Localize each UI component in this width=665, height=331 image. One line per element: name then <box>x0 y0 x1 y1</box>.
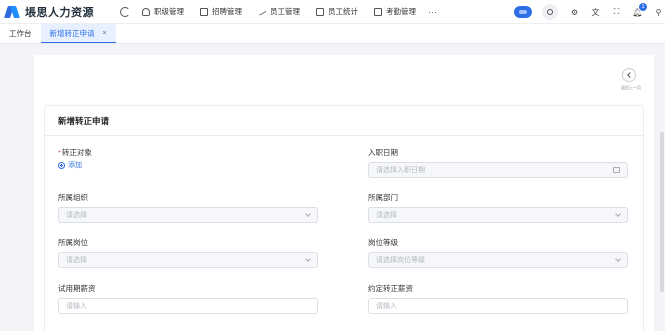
app-logo[interactable]: 㙊思人力资源 <box>0 4 110 20</box>
close-icon[interactable]: × <box>103 30 107 37</box>
key-icon[interactable]: ⚲ <box>654 8 663 17</box>
notification-bell-icon[interactable]: 🔔︎ 1 <box>632 2 647 17</box>
required-mark: * <box>58 148 61 157</box>
page-tabs: 工作台 新增转正申请 × <box>0 24 665 44</box>
logo-icon <box>4 5 20 19</box>
scrollbar-thumb[interactable] <box>660 132 664 292</box>
back-button[interactable] <box>622 68 636 82</box>
tab-label: 新增转正申请 <box>49 28 95 38</box>
translate-icon[interactable]: 文 <box>591 8 600 17</box>
menu-item-label: 考勤管理 <box>386 7 416 16</box>
document-icon <box>316 7 324 16</box>
content-area: 返回上一页 新增转正申请 *转正对象 添加 入职日期 请选择入职日期 所属组织 … <box>0 44 665 331</box>
edit-icon <box>257 7 267 16</box>
field-regular-salary: 约定转正薪资 请输入 <box>368 283 628 314</box>
notification-badge: 1 <box>639 2 647 11</box>
hire-date-picker[interactable]: 请选择入职日期 <box>368 162 628 178</box>
top-navbar: 㙊思人力资源 职级管理 招聘管理 员工管理 员工统计 考勤管理 ··· ⚙ 文 … <box>0 0 665 24</box>
tab-workbench[interactable]: 工作台 <box>0 24 41 43</box>
placeholder: 请选择 <box>66 257 87 264</box>
position-level-select[interactable]: 请选择岗位等级 <box>368 252 628 268</box>
field-label: 约定转正薪资 <box>368 284 413 293</box>
plus-circle-icon <box>58 161 65 169</box>
menu-item-attendance[interactable]: 考勤管理 <box>374 6 416 17</box>
menu-item-label: 员工统计 <box>328 7 358 16</box>
more-menu-button[interactable]: ··· <box>428 7 437 17</box>
field-position-level: 岗位等级 请选择岗位等级 <box>368 237 628 268</box>
chevron-left-icon <box>626 72 633 78</box>
hierarchy-icon <box>142 7 150 16</box>
form-card: 新增转正申请 *转正对象 添加 入职日期 请选择入职日期 所属组织 请选择 所属… <box>44 105 644 331</box>
field-label: *转正对象 <box>58 148 92 157</box>
field-department: 所属部门 请选择 <box>368 192 628 223</box>
field-probation-salary: 试用期薪资 请输入 <box>58 283 318 314</box>
regular-salary-input[interactable]: 请输入 <box>368 298 628 314</box>
field-label: 所属岗位 <box>58 238 88 247</box>
placeholder: 请选择 <box>66 212 87 219</box>
field-label: 所属部门 <box>368 193 398 202</box>
chevron-down-icon <box>615 211 621 217</box>
add-label: 添加 <box>68 162 82 169</box>
main-panel: 返回上一页 新增转正申请 *转正对象 添加 入职日期 请选择入职日期 所属组织 … <box>34 55 654 331</box>
tab-label: 工作台 <box>9 29 32 38</box>
placeholder: 请选择岗位等级 <box>376 257 425 264</box>
menu-item-label: 员工管理 <box>270 7 300 16</box>
main-menu: 职级管理 招聘管理 员工管理 员工统计 考勤管理 ··· <box>142 6 437 17</box>
calendar-icon <box>613 167 620 173</box>
placeholder: 请选择入职日期 <box>376 167 425 174</box>
field-label: 入职日期 <box>368 148 398 157</box>
tab-new-regularization[interactable]: 新增转正申请 × <box>40 24 116 43</box>
menu-item-rank[interactable]: 职级管理 <box>142 6 184 17</box>
menu-item-label: 职级管理 <box>154 7 184 16</box>
field-label: 岗位等级 <box>368 238 398 247</box>
field-organization: 所属组织 请选择 <box>58 192 318 223</box>
menu-item-recruitment[interactable]: 招聘管理 <box>200 6 242 17</box>
department-select[interactable]: 请选择 <box>368 207 628 223</box>
refresh-icon[interactable] <box>120 6 130 17</box>
menu-item-label: 招聘管理 <box>212 7 242 16</box>
placeholder: 请输入 <box>66 303 87 310</box>
menu-item-employee[interactable]: 员工管理 <box>257 6 300 17</box>
grid-icon <box>200 7 208 16</box>
field-position: 所属岗位 请选择 <box>58 237 318 268</box>
field-hire-date: 入职日期 请选择入职日期 <box>368 147 628 178</box>
chevron-down-icon <box>305 256 311 262</box>
search-icon <box>547 9 553 15</box>
menu-item-statistics[interactable]: 员工统计 <box>316 6 358 17</box>
position-select[interactable]: 请选择 <box>58 252 318 268</box>
placeholder: 请输入 <box>376 303 397 310</box>
form-title: 新增转正申请 <box>45 106 643 136</box>
field-subject: *转正对象 添加 <box>58 147 318 170</box>
add-subject-button[interactable]: 添加 <box>58 160 318 170</box>
organization-select[interactable]: 请选择 <box>58 207 318 223</box>
settings-icon[interactable]: ⚙ <box>570 8 579 17</box>
page-scrollbar[interactable] <box>658 44 665 331</box>
chevron-down-icon <box>305 211 311 217</box>
search-button[interactable] <box>542 4 558 20</box>
avatar[interactable] <box>514 6 532 18</box>
probation-salary-input[interactable]: 请输入 <box>58 298 318 314</box>
document-icon <box>374 7 382 16</box>
app-title: 㙊思人力资源 <box>25 6 94 19</box>
header-tools: ⚙ 文 ⛶ 🔔︎ 1 ⚲ <box>514 0 665 24</box>
back-label: 返回上一页 <box>621 85 641 90</box>
chevron-down-icon <box>615 256 621 262</box>
field-label: 所属组织 <box>58 193 88 202</box>
field-label: 试用期薪资 <box>58 284 96 293</box>
fullscreen-icon[interactable]: ⛶ <box>612 7 621 17</box>
placeholder: 请选择 <box>376 212 397 219</box>
